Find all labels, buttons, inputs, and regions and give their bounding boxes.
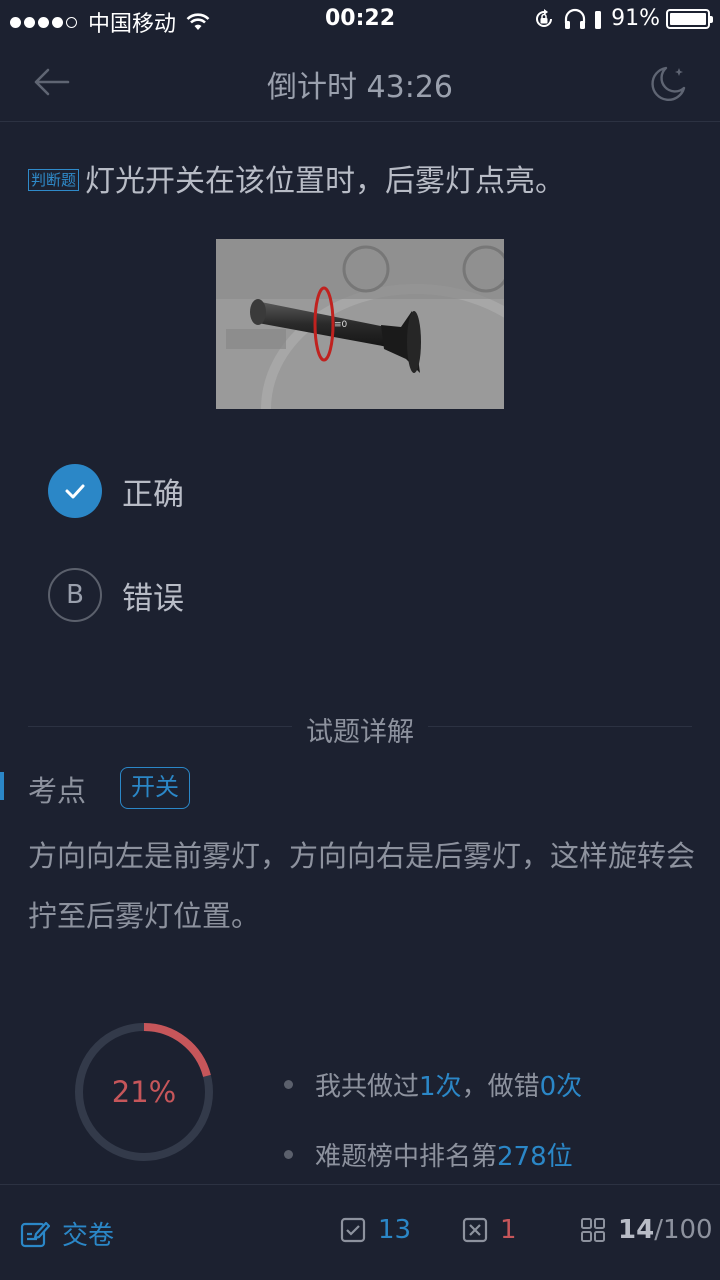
countdown-title: 倒计时 43:26 — [267, 70, 453, 105]
question-text: 灯光开关在该位置时，后雾灯点亮。 — [85, 164, 566, 199]
stat-rank-prefix: 难题榜中排名第 — [315, 1142, 498, 1172]
exam-screen: 中国移动 00:22 91% 倒计时 43:26 判断题 灯光开关在该位置时，后… — [0, 0, 720, 1280]
bullet-icon — [284, 1080, 293, 1089]
question-text-block: 判断题 灯光开关在该位置时，后雾灯点亮。 — [28, 160, 698, 204]
battery-percent: 91% — [611, 6, 660, 31]
explanation-text: 方向向左是前雾灯，方向向右是后雾灯，这样旋转会拧至后雾灯位置。 — [28, 839, 696, 933]
x-box-icon — [462, 1217, 488, 1243]
stat-rank: 难题榜中排名第 278位 — [284, 1136, 573, 1173]
status-right: 91% — [533, 6, 713, 31]
signal-bars-icon — [595, 10, 602, 29]
submit-label: 交卷 — [62, 1221, 115, 1251]
stat-attempts-count: 1次 — [419, 1072, 462, 1102]
explanation-header: 试题详解 — [0, 710, 720, 749]
question-image[interactable]: ≡0 — [216, 239, 504, 409]
progress-total: /100 — [654, 1215, 713, 1245]
svg-text:≡0: ≡0 — [334, 320, 348, 330]
error-rate-value: 21% — [111, 1075, 177, 1109]
option-a[interactable]: 正确 — [48, 464, 184, 518]
stat-wrong-count: 0次 — [539, 1072, 583, 1102]
edit-paper-icon — [20, 1221, 50, 1247]
headphones-icon — [564, 8, 586, 29]
option-b-letter: B — [48, 568, 102, 622]
key-point-label: 考点 — [28, 774, 87, 808]
correct-count[interactable]: 13 — [340, 1215, 411, 1245]
key-point-tag[interactable]: 开关 — [120, 767, 190, 809]
option-b-label: 错误 — [122, 580, 184, 617]
nav-bar: 倒计时 43:26 — [0, 40, 720, 122]
wrong-count[interactable]: 1 — [462, 1215, 517, 1245]
wrong-count-value: 1 — [500, 1215, 517, 1245]
key-point-marker — [0, 772, 4, 800]
stat-rank-value: 278位 — [497, 1142, 573, 1172]
question-progress[interactable]: 14/100 — [580, 1215, 713, 1245]
option-b[interactable]: B 错误 — [48, 568, 184, 622]
explanation-header-text: 试题详解 — [292, 717, 428, 748]
check-circle-icon — [48, 464, 102, 518]
light-switch-illustration: ≡0 — [216, 239, 504, 409]
status-bar: 中国移动 00:22 91% — [0, 0, 720, 40]
option-a-label: 正确 — [122, 476, 184, 513]
rotation-lock-icon — [536, 8, 553, 27]
battery-icon — [666, 8, 713, 29]
stat-attempts: 我共做过 1次 ，做错 0次 — [284, 1066, 582, 1103]
bottom-bar: 交卷 13 1 14/100 — [0, 1184, 720, 1280]
night-mode-icon[interactable] — [646, 62, 690, 106]
bullet-icon — [284, 1150, 293, 1159]
stat-attempts-sep: ，做错 — [461, 1072, 540, 1102]
correct-count-value: 13 — [378, 1215, 412, 1245]
check-box-icon — [340, 1217, 366, 1243]
stat-attempts-prefix: 我共做过 — [315, 1072, 420, 1102]
grid-icon — [581, 1218, 605, 1242]
progress-current: 14 — [618, 1215, 655, 1245]
submit-button[interactable]: 交卷 — [20, 1215, 114, 1252]
question-type-badge: 判断题 — [28, 169, 80, 191]
